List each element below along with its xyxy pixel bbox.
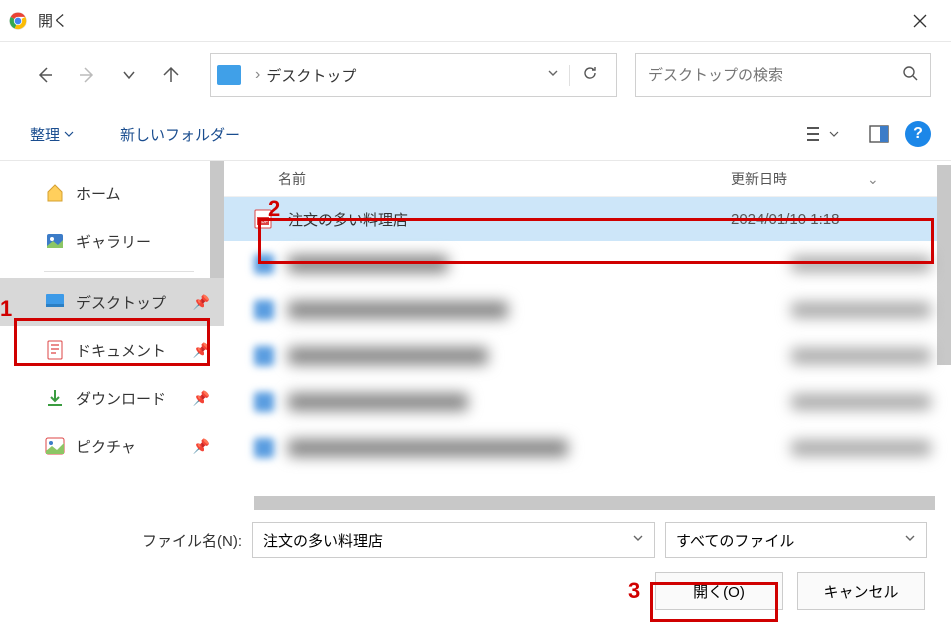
documents-icon	[44, 339, 66, 361]
sidebar-item-gallery[interactable]: ギャラリー	[0, 217, 224, 265]
column-name-header[interactable]: 名前	[278, 169, 731, 189]
file-row-selected[interactable]: PDF 注文の多い料理店 2024/01/10 1:18	[224, 197, 951, 241]
filter-dropdown-button[interactable]	[904, 531, 916, 549]
list-view-icon	[805, 125, 825, 143]
button-row: 開く(O) キャンセル	[24, 572, 927, 610]
organize-button[interactable]: 整理	[20, 118, 84, 151]
sidebar-item-label: ピクチャ	[76, 436, 136, 457]
filename-row: ファイル名(N): 注文の多い料理店 すべてのファイル	[24, 522, 927, 558]
close-button[interactable]	[897, 0, 943, 41]
search-box[interactable]	[635, 53, 931, 97]
new-folder-button[interactable]: 新しいフォルダー	[110, 118, 250, 151]
file-row-blurred	[224, 379, 951, 425]
file-date: 2024/01/10 1:18	[731, 211, 931, 228]
search-button[interactable]	[902, 65, 918, 86]
window-title: 開く	[38, 10, 897, 31]
file-row-blurred	[224, 241, 951, 287]
chevron-right-icon: ›	[255, 66, 260, 84]
search-icon	[902, 65, 918, 81]
pin-icon: 📌	[193, 438, 210, 455]
chevron-down-icon	[64, 129, 74, 139]
sidebar-item-documents[interactable]: ドキュメント 📌	[0, 326, 224, 374]
home-icon	[44, 182, 66, 204]
arrow-left-icon	[36, 66, 54, 84]
sidebar-item-desktop[interactable]: デスクトップ 📌	[0, 278, 224, 326]
sidebar-item-pictures[interactable]: ピクチャ 📌	[0, 422, 224, 470]
nav-recent-button[interactable]	[112, 58, 146, 92]
arrow-right-icon	[78, 66, 96, 84]
filename-label: ファイル名(N):	[142, 530, 242, 551]
list-header: 名前 更新日時⌄	[224, 161, 951, 197]
sidebar-item-downloads[interactable]: ダウンロード 📌	[0, 374, 224, 422]
body-area: ホーム ギャラリー デスクトップ 📌 ドキュメント 📌 ダウンロード 📌 ピクチ…	[0, 160, 951, 510]
file-row-blurred	[224, 287, 951, 333]
titlebar: 開く	[0, 0, 951, 42]
file-name: 注文の多い料理店	[288, 209, 731, 230]
filename-dropdown-button[interactable]	[632, 531, 644, 549]
sidebar-item-label: ギャラリー	[76, 231, 151, 252]
sidebar-item-home[interactable]: ホーム	[0, 169, 224, 217]
path-breadcrumb[interactable]: › デスクトップ	[210, 53, 617, 97]
chevron-down-icon	[829, 129, 839, 139]
pin-icon: 📌	[193, 390, 210, 407]
chevron-down-icon	[632, 532, 644, 544]
nav-back-button[interactable]	[28, 58, 62, 92]
arrow-up-icon	[162, 66, 180, 84]
column-date-header[interactable]: 更新日時⌄	[731, 169, 951, 189]
close-icon	[913, 14, 927, 28]
horizontal-scrollbar[interactable]	[254, 496, 935, 510]
chrome-icon	[8, 11, 28, 31]
pictures-icon	[44, 435, 66, 457]
help-icon: ?	[913, 125, 923, 143]
nav-forward-button[interactable]	[70, 58, 104, 92]
filename-value: 注文の多い料理店	[263, 530, 632, 551]
file-row-blurred	[224, 333, 951, 379]
pin-icon: 📌	[193, 294, 210, 311]
cancel-button[interactable]: キャンセル	[797, 572, 925, 610]
filetype-filter-combobox[interactable]: すべてのファイル	[665, 522, 927, 558]
chevron-down-icon	[547, 67, 559, 79]
refresh-button[interactable]	[569, 65, 610, 86]
sidebar: ホーム ギャラリー デスクトップ 📌 ドキュメント 📌 ダウンロード 📌 ピクチ…	[0, 161, 224, 510]
chevron-down-icon: ⌄	[867, 171, 879, 187]
downloads-icon	[44, 387, 66, 409]
file-list: 名前 更新日時⌄ PDF 注文の多い料理店 2024/01/10 1:18	[224, 161, 951, 510]
preview-pane-button[interactable]	[861, 119, 897, 149]
footer: ファイル名(N): 注文の多い料理店 すべてのファイル 開く(O) キャンセル	[0, 510, 951, 628]
search-input[interactable]	[648, 67, 902, 84]
file-row-blurred	[224, 425, 951, 471]
desktop-folder-icon	[217, 65, 241, 85]
sidebar-item-label: ダウンロード	[76, 388, 166, 409]
chevron-down-icon	[904, 532, 916, 544]
nav-up-button[interactable]	[154, 58, 188, 92]
sidebar-separator	[44, 271, 194, 272]
filter-value: すべてのファイル	[676, 530, 904, 551]
navbar: › デスクトップ	[0, 42, 951, 108]
filename-combobox[interactable]: 注文の多い料理店	[252, 522, 655, 558]
svg-text:PDF: PDF	[258, 219, 268, 225]
pin-icon: 📌	[193, 342, 210, 359]
filelist-scrollbar[interactable]	[937, 165, 951, 365]
open-button[interactable]: 開く(O)	[655, 572, 783, 610]
toolbar: 整理 新しいフォルダー ?	[0, 108, 951, 160]
gallery-icon	[44, 230, 66, 252]
path-dropdown-button[interactable]	[537, 66, 569, 84]
refresh-icon	[582, 65, 598, 81]
sidebar-item-label: ホーム	[76, 183, 121, 204]
help-button[interactable]: ?	[905, 121, 931, 147]
pdf-file-icon: PDF	[254, 209, 274, 229]
chevron-down-icon	[122, 68, 136, 82]
sidebar-item-label: デスクトップ	[76, 292, 166, 313]
sidebar-item-label: ドキュメント	[76, 340, 166, 361]
preview-pane-icon	[869, 125, 889, 143]
view-options-button[interactable]	[797, 119, 847, 149]
path-segment[interactable]: デスクトップ	[266, 65, 356, 86]
desktop-icon	[44, 291, 66, 313]
